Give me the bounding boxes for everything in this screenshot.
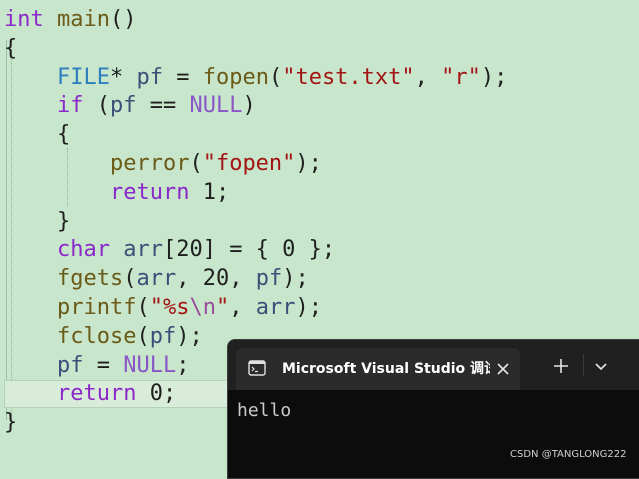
console-icon (248, 360, 266, 376)
code-token: } (4, 410, 18, 436)
code-token: ; (162, 381, 177, 407)
code-token: , (229, 295, 256, 320)
code-line: } (4, 208, 70, 236)
chevron-down-icon[interactable] (592, 357, 610, 375)
code-token: ; (215, 179, 230, 205)
code-token: NULL (189, 93, 243, 119)
code-token: 1 (202, 179, 216, 205)
code-token: " (215, 295, 230, 320)
code-line: fclose(pf); (4, 323, 203, 351)
code-line: pf = NULL; (4, 352, 189, 380)
code-token: fopen (202, 64, 269, 90)
code-token: fgets (56, 266, 124, 292)
code-token: ( (83, 93, 110, 119)
code-line: perror("fopen"); (4, 150, 322, 178)
code-token: , (414, 64, 442, 90)
code-token: ( (268, 64, 283, 90)
terminal-output: hello (237, 400, 292, 421)
watermark-text: CSDN @TANGLONG222 (510, 449, 627, 460)
code-line: return 0; (4, 380, 176, 408)
code-line: FILE* pf = fopen("test.txt", "r"); (4, 64, 507, 92)
terminal-tab-title: Microsoft Visual Studio 调试控制台 (282, 361, 490, 377)
code-token: = (162, 64, 203, 90)
code-token: main (57, 7, 110, 32)
code-token: ( (136, 323, 150, 349)
code-token: pf (56, 352, 84, 378)
code-line: return 1; (4, 179, 229, 207)
code-token: } (4, 208, 71, 234)
code-token: ; (176, 352, 190, 378)
terminal-titlebar: Microsoft Visual Studio 调试控制台 (228, 340, 639, 390)
code-token: ); (480, 64, 508, 90)
terminal-tab[interactable]: Microsoft Visual Studio 调试控制台 (236, 348, 520, 390)
code-token: { (4, 122, 71, 148)
code-token: [20] = { 0 }; (162, 237, 336, 263)
code-token: 0 (149, 381, 163, 407)
code-token: "r" (441, 64, 481, 90)
code-line: printf("%s\n", arr); (4, 294, 322, 322)
code-line: fgets(arr, 20, pf); (4, 265, 309, 293)
code-line: int main() (4, 6, 136, 34)
code-token: \n (189, 295, 216, 320)
code-token: pf (255, 266, 283, 292)
code-line: { (4, 35, 17, 63)
code-token: char (56, 237, 110, 263)
code-line: if (pf == NULL) (4, 92, 256, 120)
code-token: ); (295, 151, 322, 176)
code-token: int (4, 7, 44, 32)
code-token: == (136, 93, 190, 119)
code-token: * (109, 64, 137, 90)
code-token: ); (282, 266, 309, 292)
titlebar-divider (583, 354, 584, 376)
code-line: { (4, 121, 70, 149)
code-token: fclose (56, 323, 137, 349)
code-token: "%s (149, 295, 190, 320)
code-token: return (56, 381, 137, 407)
code-token: FILE (56, 64, 110, 90)
close-icon[interactable] (494, 360, 512, 378)
code-token: pf (149, 323, 177, 349)
code-token: arr (255, 295, 296, 320)
code-token: ( (123, 266, 137, 292)
code-token: ( (189, 151, 203, 176)
code-token: if (56, 93, 84, 119)
code-token: printf (56, 295, 137, 320)
code-token: ); (295, 295, 322, 320)
code-token: { (4, 35, 18, 61)
code-line: } (4, 409, 17, 437)
code-token: arr (123, 237, 163, 263)
code-token: ); (176, 323, 203, 349)
code-token: "fopen" (202, 151, 296, 176)
code-token: , 20, (176, 266, 256, 292)
code-token: arr (136, 266, 177, 292)
code-token: () (109, 7, 137, 32)
code-line: char arr[20] = { 0 }; (4, 236, 335, 264)
code-token: ) (242, 93, 256, 119)
code-token: ( (136, 295, 150, 320)
code-token: NULL (123, 352, 177, 378)
code-token: return (109, 179, 190, 205)
code-token: = (83, 352, 124, 378)
code-token: "test.txt" (282, 64, 415, 90)
code-token: perror (109, 151, 190, 176)
code-token: pf (136, 64, 163, 90)
code-token: pf (109, 93, 137, 119)
plus-icon[interactable] (552, 357, 570, 375)
